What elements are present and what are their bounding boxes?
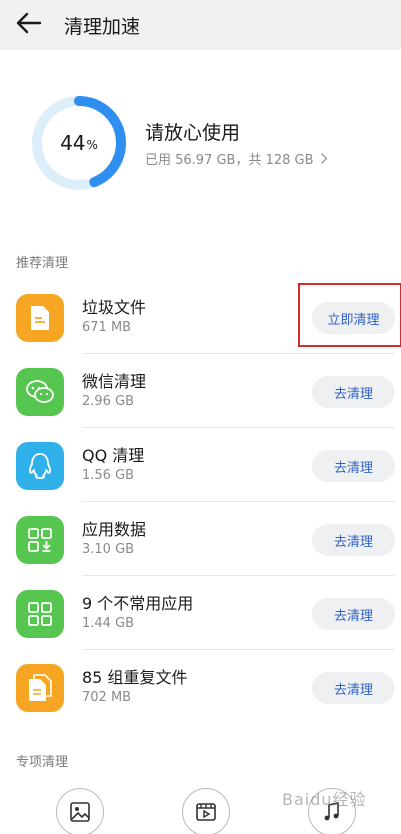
- item-name: 垃圾文件: [82, 298, 147, 317]
- file-icon: [16, 294, 64, 342]
- video-cleanup-tool[interactable]: [182, 788, 230, 834]
- item-size: 702 MB: [82, 690, 132, 705]
- item-size: 2.96 GB: [82, 394, 135, 409]
- back-arrow-icon[interactable]: [14, 10, 44, 36]
- usage-percent-unit: %: [86, 138, 98, 152]
- watermark: Baidu经验: [282, 790, 367, 809]
- wechat-icon: [16, 368, 64, 416]
- qq-icon: [16, 442, 64, 490]
- apps-grid-icon: [16, 590, 64, 638]
- item-size: 3.10 GB: [82, 542, 135, 557]
- recommended-section-label: 推荐清理: [16, 256, 69, 271]
- clean-button[interactable]: 去清理: [312, 672, 395, 704]
- highlight-box: [298, 283, 401, 347]
- item-name: 85 组重复文件: [82, 668, 188, 687]
- item-name: 应用数据: [82, 520, 147, 539]
- app-header: 清理加速: [0, 0, 401, 50]
- item-name: 微信清理: [82, 372, 147, 391]
- item-name: 9 个不常用应用: [82, 594, 194, 613]
- clean-button[interactable]: 去清理: [312, 524, 395, 556]
- clean-button[interactable]: 去清理: [312, 450, 395, 482]
- cleanup-item-wechat: 微信清理 2.96 GB 去清理: [0, 354, 401, 428]
- clean-button[interactable]: 去清理: [312, 598, 395, 630]
- chevron-right-icon: [320, 153, 328, 164]
- duplicate-file-icon: [16, 664, 64, 712]
- page-title: 清理加速: [64, 16, 141, 38]
- image-cleanup-tool[interactable]: [56, 788, 104, 834]
- usage-percent: 44%: [30, 94, 128, 192]
- app-data-icon: [16, 516, 64, 564]
- cleanup-item-qq: QQ 清理 1.56 GB 去清理: [0, 428, 401, 502]
- cleanup-item-duplicate-files: 85 组重复文件 702 MB 去清理: [0, 650, 401, 724]
- item-size: 1.56 GB: [82, 468, 135, 483]
- clean-button[interactable]: 去清理: [312, 376, 395, 408]
- cleanup-item-unused-apps: 9 个不常用应用 1.44 GB 去清理: [0, 576, 401, 650]
- storage-status: 请放心使用: [145, 122, 241, 144]
- item-size: 671 MB: [82, 320, 132, 335]
- item-name: QQ 清理: [82, 446, 145, 465]
- video-icon: [196, 803, 216, 821]
- cleanup-item-app-data: 应用数据 3.10 GB 去清理: [0, 502, 401, 576]
- storage-usage-text: 已用 56.97 GB，共 128 GB: [145, 153, 314, 168]
- storage-details-link[interactable]: 已用 56.97 GB，共 128 GB: [145, 149, 328, 168]
- special-section-label: 专项清理: [16, 755, 69, 770]
- item-size: 1.44 GB: [82, 616, 135, 631]
- usage-percent-value: 44: [60, 131, 86, 155]
- image-icon: [70, 802, 90, 822]
